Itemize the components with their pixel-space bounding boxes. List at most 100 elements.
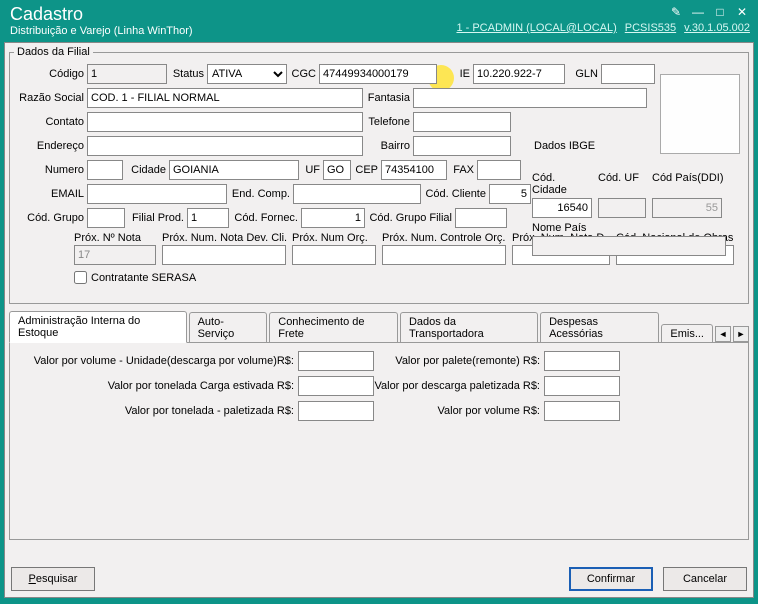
label-codgrupofilial: Cód. Grupo Filial [368, 212, 452, 224]
maximize-icon[interactable]: □ [712, 4, 728, 20]
numero-input[interactable] [87, 160, 123, 180]
dados-filial-group: Dados da Filial Código Status ATIVA CGC … [9, 46, 749, 304]
tab-despesas-acessorias[interactable]: Despesas Acessórias [540, 312, 659, 343]
cep-input[interactable] [381, 160, 447, 180]
label-numero: Numero [14, 164, 84, 176]
ton-estivada-input[interactable] [298, 376, 374, 396]
label-telefone: Telefone [366, 116, 410, 128]
label-endereco: Endereço [14, 140, 84, 152]
tab-emissao[interactable]: Emis... [661, 324, 713, 343]
label-gln: GLN [568, 68, 598, 80]
codcidade-input[interactable] [532, 198, 592, 218]
fax-input[interactable] [477, 160, 521, 180]
label-ton-estivada: Valor por tonelada Carga estivada R$: [18, 380, 298, 392]
label-cep: CEP [354, 164, 378, 176]
cidade-input[interactable] [169, 160, 299, 180]
label-uf: UF [302, 164, 320, 176]
tab-dados-transportadora[interactable]: Dados da Transportadora [400, 312, 538, 343]
user-label[interactable]: 1 - PCADMIN (LOCAL@LOCAL) [456, 22, 616, 34]
label-vol-unidade: Valor por volume - Unidade(descarga por … [18, 355, 298, 367]
ie-input[interactable] [473, 64, 565, 84]
endcomp-input[interactable] [293, 184, 421, 204]
fantasia-input[interactable] [413, 88, 647, 108]
nomepais-input [532, 236, 726, 256]
pesquisar-button[interactable]: Pesquisar [11, 567, 95, 591]
label-palete-remonte: Valor por palete(remonte) R$: [374, 355, 544, 367]
endereco-input[interactable] [87, 136, 363, 156]
label-proxnota: Próx. Nº Nota [74, 232, 162, 244]
tab-auto-servico[interactable]: Auto-Serviço [189, 312, 268, 343]
razao-input[interactable] [87, 88, 363, 108]
codgrupofilial-input[interactable] [455, 208, 507, 228]
tab-conhecimento-frete[interactable]: Conhecimento de Frete [269, 312, 398, 343]
tab-scroll-right-icon[interactable]: ► [733, 326, 749, 342]
vol-unidade-input[interactable] [298, 351, 374, 371]
telefone-input[interactable] [413, 112, 511, 132]
coduf-input[interactable] [598, 198, 646, 218]
tab-admin-estoque[interactable]: Administração Interna do Estoque [9, 311, 187, 343]
confirmar-button[interactable]: Confirmar [569, 567, 653, 591]
label-codcliente: Cód. Cliente [424, 188, 486, 200]
close-icon[interactable]: ✕ [734, 4, 750, 20]
codfornec-input[interactable] [301, 208, 365, 228]
photo-placeholder[interactable] [660, 74, 740, 154]
label-proxnotadev: Próx. Num. Nota Dev. Cli. [162, 232, 292, 244]
ton-paletizada-input[interactable] [298, 401, 374, 421]
palete-remonte-input[interactable] [544, 351, 620, 371]
label-codfornec: Cód. Fornec. [232, 212, 298, 224]
valor-volume-input[interactable] [544, 401, 620, 421]
label-descarga-paletizada: Valor por descarga paletizada R$: [374, 380, 544, 392]
version-label[interactable]: v.30.1.05.002 [684, 22, 750, 34]
app-window: Cadastro Distribuição e Varejo (Linha Wi… [2, 2, 756, 600]
status-select[interactable]: ATIVA [207, 64, 287, 84]
filialprod-input[interactable] [187, 208, 229, 228]
bairro-input[interactable] [413, 136, 511, 156]
module-label[interactable]: PCSIS535 [625, 22, 676, 34]
email-input[interactable] [87, 184, 227, 204]
label-codcidade: Cód. Cidade [532, 172, 592, 196]
label-status: Status [170, 68, 204, 80]
codcliente-input[interactable] [489, 184, 531, 204]
titlebar: Cadastro Distribuição e Varejo (Linha Wi… [2, 2, 756, 42]
cancelar-button[interactable]: Cancelar [663, 567, 747, 591]
contratante-serasa-checkbox[interactable]: Contratante SERASA [74, 271, 196, 284]
label-proxnumorc: Próx. Num Orç. [292, 232, 382, 244]
codigo-input[interactable] [87, 64, 167, 84]
label-nomepais: Nome País [532, 222, 732, 234]
label-coduf: Cód. UF [598, 172, 646, 196]
label-cgc: CGC [290, 68, 316, 80]
label-endcomp: End. Comp. [230, 188, 290, 200]
descarga-paletizada-input[interactable] [544, 376, 620, 396]
label-codgrupo: Cód. Grupo [14, 212, 84, 224]
group-legend: Dados da Filial [14, 46, 93, 58]
window-controls: ✎ — □ ✕ [456, 4, 750, 20]
label-fax: FAX [450, 164, 474, 176]
label-ton-paletizada: Valor por tonelada - paletizada R$: [18, 405, 298, 417]
proxnumorc-input[interactable] [292, 245, 376, 265]
tab-scroll-left-icon[interactable]: ◄ [715, 326, 731, 342]
proxnotadev-input[interactable] [162, 245, 286, 265]
label-razao: Razão Social [14, 92, 84, 104]
footer-buttons: Pesquisar Confirmar Cancelar [11, 567, 747, 591]
cgc-input[interactable] [319, 64, 437, 84]
label-contato: Contato [14, 116, 84, 128]
label-email: EMAIL [14, 188, 84, 200]
codpais-input [652, 198, 722, 218]
codgrupo-input[interactable] [87, 208, 125, 228]
client-area: Dados da Filial Código Status ATIVA CGC … [4, 42, 754, 598]
proxnumctrlorc-input[interactable] [382, 245, 506, 265]
label-fantasia: Fantasia [366, 92, 410, 104]
minimize-icon[interactable]: — [690, 4, 706, 20]
label-proxnumctrlorc: Próx. Num. Controle Orç. [382, 232, 512, 244]
tab-strip: Administração Interna do Estoque Auto-Se… [9, 310, 749, 342]
contratante-checkbox-box[interactable] [74, 271, 87, 284]
edit-icon[interactable]: ✎ [668, 4, 684, 20]
label-filialprod: Filial Prod. [128, 212, 184, 224]
contato-input[interactable] [87, 112, 363, 132]
label-cidade: Cidade [126, 164, 166, 176]
label-ibge: Dados IBGE [534, 140, 604, 152]
gln-input[interactable] [601, 64, 655, 84]
label-ie: IE [440, 68, 470, 80]
uf-input[interactable] [323, 160, 351, 180]
label-bairro: Bairro [366, 140, 410, 152]
